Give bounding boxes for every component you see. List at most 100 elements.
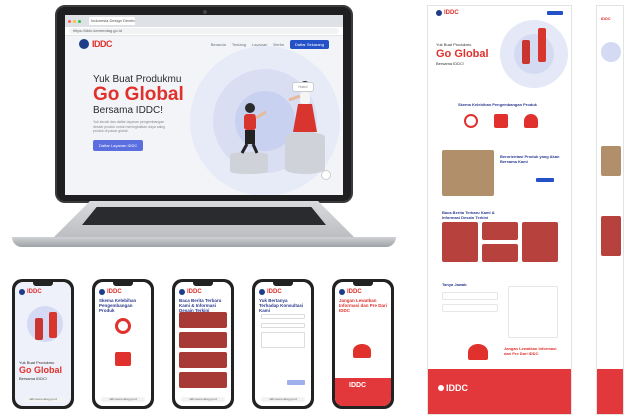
chat-icon[interactable]: [321, 170, 331, 180]
logo-text: IDDC: [92, 39, 113, 49]
woman-figure-illustration: [49, 312, 57, 338]
phone-notch: [273, 282, 293, 286]
hero-line-3: Bersama IDDC!: [436, 61, 465, 66]
product-photo: [442, 150, 494, 196]
phone-screen: IDDC Baca Berita Terbaru Kami & Informas…: [175, 282, 231, 406]
phone-mockup-1: IDDC Yuk Buat Produkmu Go Global Bersama…: [12, 279, 74, 409]
site-footer: [597, 369, 623, 414]
man-figure-illustration: [35, 318, 43, 340]
form-field[interactable]: [261, 323, 305, 328]
phone-mockup-3: IDDC Baca Berita Terbaru Kami & Informas…: [172, 279, 234, 409]
emblem-icon: [259, 289, 265, 295]
browser-tab[interactable]: Indonesia Design Development Center: [89, 17, 135, 25]
phone-notch: [193, 282, 213, 286]
phone-mockup-5: IDDC Jangan Lewatkan Informasi dan Pre D…: [332, 279, 394, 409]
hero-headline: Go Global: [93, 84, 184, 105]
form-textarea[interactable]: [261, 332, 305, 348]
hero-line-3: Bersama IDDC!: [19, 376, 48, 381]
phone-url[interactable]: iddc.kemendag.go.id: [261, 397, 305, 402]
browser-urlbar: https://iddc.kemendag.go.id: [65, 27, 343, 36]
phone-notch: [113, 282, 133, 286]
logo-text: IDDC: [267, 289, 282, 295]
site-logo: IDDC: [436, 10, 459, 16]
logo-text: IDDC: [601, 16, 611, 21]
address-bar[interactable]: https://iddc.kemendag.go.id: [69, 28, 339, 34]
laptop-front-edge: [12, 237, 396, 247]
pedestal-right: [285, 132, 325, 174]
phone-screen: IDDC Skema Kelebihan Pengembangan Produk…: [95, 282, 151, 406]
desktop-longpage-mockup: IDDC Yuk Buat Produkmu Go Global Bersama…: [427, 5, 572, 415]
hero-cta-button[interactable]: Daftar Layanan IDDC: [93, 139, 144, 151]
news-card-image[interactable]: [179, 312, 227, 328]
product-photo: [601, 146, 621, 176]
megaphone-illustration: [353, 344, 371, 358]
phone-url[interactable]: iddc.kemendag.go.id: [21, 397, 65, 402]
phone-url[interactable]: iddc.kemendag.go.id: [181, 397, 225, 402]
news-card-image[interactable]: [179, 352, 227, 368]
news-card-image[interactable]: [482, 244, 518, 262]
maximize-dot-icon[interactable]: [78, 19, 81, 23]
speech-bubble: Halo!: [292, 82, 314, 92]
phone-screen: IDDC Yuk Buat Produkmu Go Global Bersama…: [15, 282, 71, 406]
phone-notch: [33, 282, 53, 286]
phone-screen: IDDC Jangan Lewatkan Informasi dan Pre D…: [335, 282, 391, 406]
register-button[interactable]: [547, 11, 563, 15]
emblem-icon: [438, 385, 444, 391]
emblem-icon: [99, 289, 105, 295]
target-icon: [115, 318, 131, 334]
hero-description: Yuk kenali dan daftar layanan pengembang…: [93, 120, 166, 133]
form-field[interactable]: [261, 314, 305, 319]
news-card-image[interactable]: [179, 332, 227, 348]
news-card-image[interactable]: [601, 216, 621, 256]
phone-header: IDDC: [339, 289, 362, 295]
minimize-dot-icon[interactable]: [73, 19, 76, 23]
hero-ring: [601, 42, 621, 62]
target-icon: [464, 114, 478, 128]
document-icon: [115, 352, 131, 366]
news-card-image[interactable]: [179, 372, 227, 388]
logo-text: IDDC: [444, 10, 459, 16]
hero-text: Yuk Buat Produkmu Go Global Bersama IDDC…: [93, 74, 184, 152]
laptop-screen: Indonesia Design Development Center http…: [65, 15, 343, 195]
phone-screen: IDDC Yuk Bertanya Terhadap Konsultasi Ka…: [255, 282, 311, 406]
footer-logo: IDDC: [438, 383, 468, 393]
site-navbar: IDDC Beranda Tentang Layanan Berita Daft…: [65, 36, 343, 52]
news-card-image[interactable]: [442, 222, 478, 262]
woman-figure-illustration: [538, 28, 546, 62]
hero-line-1: Yuk Buat Produkmu: [436, 42, 472, 47]
emblem-icon: [79, 39, 89, 49]
news-card-image[interactable]: [482, 222, 518, 240]
section-title: Skema Kelebihan Pengembangan Produk: [458, 102, 537, 107]
emblem-icon: [19, 289, 25, 295]
submit-button[interactable]: [287, 380, 305, 385]
phone-url[interactable]: iddc.kemendag.go.id: [101, 397, 145, 402]
laptop-base: [12, 201, 396, 253]
keyboard: [82, 207, 326, 225]
section-title: Tanya Jawab: [442, 282, 467, 287]
news-card-image[interactable]: [522, 222, 558, 262]
hero-line-3: Bersama IDDC!: [93, 105, 164, 116]
section-title: Berorientasi Produk yang Akan Bersama Ka…: [500, 154, 560, 164]
hero-ring: [514, 34, 554, 74]
faq-item[interactable]: [442, 292, 498, 300]
hero-headline: Go Global: [436, 48, 489, 60]
read-more-button[interactable]: [536, 178, 554, 182]
phone-section-title: Yuk Bertanya Terhadap Konsultasi Kami: [259, 298, 304, 313]
phone-header: IDDC: [259, 289, 282, 295]
emblem-icon: [179, 289, 185, 295]
phone-section-title: Baca Berita Terbaru Kami & Informasi Des…: [179, 298, 222, 313]
browser-tabbar: Indonesia Design Development Center: [65, 15, 343, 27]
nav-link-home[interactable]: Beranda: [211, 42, 226, 47]
nav-link-about[interactable]: Tentang: [232, 42, 246, 47]
contact-form: [508, 286, 558, 338]
logo-text: IDDC: [107, 289, 122, 295]
emblem-icon: [436, 10, 442, 16]
phone-notch: [353, 282, 373, 286]
register-button[interactable]: Daftar Sekarang: [289, 39, 329, 49]
faq-item[interactable]: [442, 304, 498, 312]
logo-text: IDDC: [347, 289, 362, 295]
close-dot-icon[interactable]: [68, 19, 71, 23]
site-logo[interactable]: IDDC: [79, 39, 113, 49]
phone-mockup-2: IDDC Skema Kelebihan Pengembangan Produk…: [92, 279, 154, 409]
document-icon: [494, 114, 508, 128]
